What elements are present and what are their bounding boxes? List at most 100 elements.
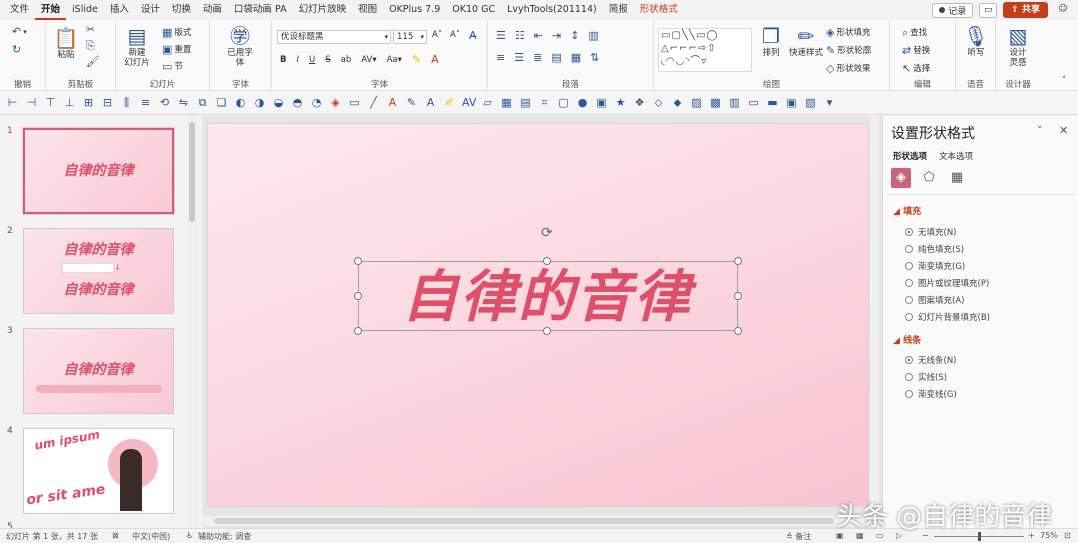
font-color-icon[interactable]: A: [431, 54, 439, 65]
strikethrough-icon[interactable]: ab: [341, 55, 352, 65]
bullets-icon[interactable]: ☰: [496, 30, 506, 41]
line-spacing-icon[interactable]: ↕: [570, 30, 579, 41]
resize-handle[interactable]: [543, 257, 551, 265]
find-button[interactable]: ⌕ 查找: [902, 26, 927, 39]
new-slide-button[interactable]: ▤ 新建 幻灯片: [120, 24, 154, 68]
pentagon-effects-icon[interactable]: ⬠: [919, 168, 939, 188]
font-name-select[interactable]: 优设标题黑 ▾: [277, 30, 391, 44]
thumbnail-scrollbar[interactable]: [188, 116, 197, 528]
line-section-header[interactable]: ◢ 线条: [893, 333, 921, 346]
tab-islide[interactable]: iSlide: [66, 0, 104, 20]
tab-shape-format[interactable]: 形状格式: [634, 0, 684, 20]
replace-button[interactable]: ⇄ 替换: [902, 44, 930, 57]
shape-gallery[interactable]: ▭▢╲╲▭◯ △⌐⌐⌐⇨⇧ ◟◠◡◝⌒▿: [658, 28, 752, 72]
highlight-icon[interactable]: ✎: [412, 54, 421, 65]
section-button[interactable]: ▭ 节: [162, 60, 183, 73]
align-right-icon[interactable]: ⊤: [44, 96, 57, 109]
align-center-icon[interactable]: ☰: [514, 52, 524, 63]
align-bottom-icon[interactable]: ⊟: [101, 96, 114, 109]
fill-option-none[interactable]: 无填充(N): [905, 226, 957, 238]
fit-slide-icon[interactable]: ⊡: [1064, 531, 1071, 540]
decrease-indent-icon[interactable]: ⇤: [534, 30, 543, 41]
fill-option-gradient[interactable]: 渐变填充(G): [905, 260, 965, 272]
rotate-handle-icon[interactable]: ⟳: [541, 225, 553, 241]
paste-button[interactable]: 📋 粘贴: [52, 26, 80, 60]
font-grow-button[interactable]: A˄: [432, 30, 442, 40]
smiley-icon[interactable]: ☺: [1054, 3, 1072, 18]
intersect-icon[interactable]: ◓: [291, 96, 304, 109]
slide-thumbnail-1[interactable]: 自律的音律: [23, 128, 174, 214]
slide-thumbnail-3[interactable]: 自律的音律: [23, 328, 174, 414]
collapse-ribbon-button[interactable]: ˄: [1062, 76, 1066, 86]
resize-handle[interactable]: [734, 257, 742, 265]
accessibility-status[interactable]: 辅助功能: 调查: [198, 531, 251, 542]
shape-outline-button[interactable]: ✎ 形状轮廓: [826, 44, 871, 57]
fill-color-icon[interactable]: ◈: [329, 96, 342, 109]
slide-thumbnail-2[interactable]: 自律的音律 ↓ 自律的音律: [23, 228, 174, 314]
quick-style-button[interactable]: ✏ 快速样式: [788, 24, 824, 58]
tab-okplus[interactable]: OKPlus 7.9: [383, 0, 446, 20]
zoom-slider-thumb[interactable]: [978, 532, 981, 541]
shape-effect-button[interactable]: ◇ 形状效果: [826, 62, 870, 75]
scrollbar-thumb[interactable]: [189, 122, 195, 222]
layout-button[interactable]: ▦ 版式: [162, 26, 191, 39]
outline-color-icon[interactable]: ▭: [348, 96, 361, 109]
align-right-icon[interactable]: ≣: [533, 52, 542, 63]
font-size-select[interactable]: 115 ▾: [393, 30, 427, 44]
rotate-icon[interactable]: ⟲: [158, 96, 171, 109]
char-spacing-icon[interactable]: AV▾: [361, 55, 376, 65]
line-option-solid[interactable]: 实线(S): [905, 371, 947, 383]
canvas-horizontal-scrollbar[interactable]: [202, 516, 870, 526]
scrollbar-thumb[interactable]: [214, 518, 834, 524]
copy-button[interactable]: ⎘: [86, 40, 95, 51]
tab-home[interactable]: 开始: [35, 0, 67, 20]
fragment-icon[interactable]: ◒: [272, 96, 285, 109]
italic-icon[interactable]: I: [296, 55, 299, 65]
char-spacing-icon[interactable]: AV: [462, 96, 476, 109]
more-icon[interactable]: ▾: [823, 96, 836, 109]
align-left-icon[interactable]: ≡: [496, 52, 505, 63]
text-color-icon[interactable]: A: [386, 96, 399, 109]
share-button[interactable]: ⇪ 共享: [1003, 2, 1048, 18]
tab-shape-options[interactable]: 形状选项: [893, 150, 927, 162]
fill-line-icon[interactable]: ◈: [891, 168, 911, 188]
change-case-icon[interactable]: Aa▾: [387, 55, 402, 65]
used-font-button[interactable]: ㊫已用字 体: [218, 24, 262, 68]
image-icon[interactable]: ▣: [595, 96, 608, 109]
subtract-icon[interactable]: ◔: [310, 96, 323, 109]
text-direction-icon[interactable]: ⇅: [590, 52, 599, 63]
star-icon[interactable]: ★: [614, 96, 627, 109]
picture-icon[interactable]: ▨: [690, 96, 703, 109]
ungroup-icon[interactable]: ❏: [215, 96, 228, 109]
clear-format-button[interactable]: A̶: [469, 30, 477, 41]
spellcheck-icon[interactable]: ⊠: [112, 531, 119, 540]
pin-icon[interactable]: ⬦: [652, 96, 665, 110]
dictate-button[interactable]: 🎙 听写: [960, 24, 992, 58]
photo-icon[interactable]: ▧: [804, 96, 817, 109]
line-color-icon[interactable]: ╱: [367, 96, 380, 109]
tab-slideshow[interactable]: 幻灯片放映: [293, 0, 353, 20]
grid-icon[interactable]: ▤: [519, 96, 532, 109]
tab-lvyhtools[interactable]: LvyhTools(201114): [501, 0, 603, 20]
slide-icon[interactable]: ▣: [785, 96, 798, 109]
chart-icon[interactable]: ▩: [709, 96, 722, 109]
resize-handle[interactable]: [354, 257, 362, 265]
tab-animations[interactable]: 动画: [197, 0, 228, 20]
current-slide[interactable]: 自律的音律 ⟳: [208, 124, 868, 506]
combine-icon[interactable]: ◑: [253, 96, 266, 109]
close-icon[interactable]: ✕: [1059, 124, 1068, 137]
resize-handle[interactable]: [734, 292, 742, 300]
window-icon[interactable]: ▭: [747, 96, 760, 109]
layout-icon[interactable]: ▥: [728, 96, 741, 109]
panel-icon[interactable]: ▬: [766, 96, 779, 109]
resize-handle[interactable]: [734, 327, 742, 335]
tab-insert[interactable]: 插入: [104, 0, 135, 20]
table-icon[interactable]: ▦: [500, 96, 513, 109]
redo-button[interactable]: ↻: [12, 44, 21, 55]
line-option-gradient[interactable]: 渐变线(G): [905, 388, 957, 400]
resize-handle[interactable]: [354, 292, 362, 300]
pane-options-chevron-icon[interactable]: ˅: [1037, 124, 1043, 137]
distribute-icon[interactable]: ▦: [571, 52, 581, 63]
distribute-v-icon[interactable]: ≡: [139, 96, 152, 109]
format-painter-button[interactable]: 🖌: [86, 56, 100, 67]
